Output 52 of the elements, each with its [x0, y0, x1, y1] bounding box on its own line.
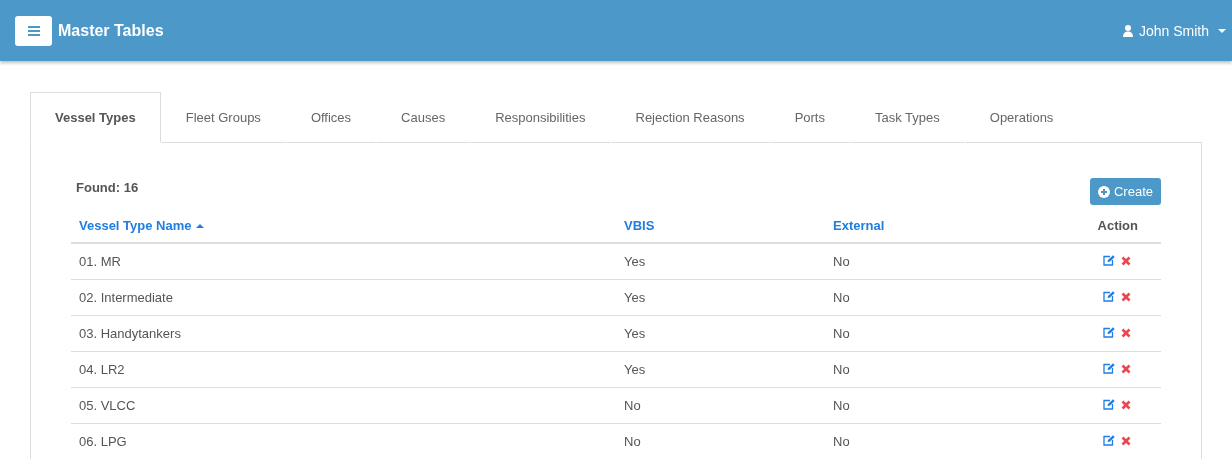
- edit-icon[interactable]: [1103, 255, 1115, 266]
- caret-icon: [1218, 28, 1226, 33]
- tab[interactable]: Task Types: [849, 92, 965, 143]
- column-header: Action: [1097, 218, 1138, 233]
- column-header[interactable]: VBIS: [624, 218, 655, 233]
- edit-icon[interactable]: [1103, 435, 1115, 446]
- edit-icon[interactable]: [1103, 327, 1115, 338]
- delete-icon[interactable]: [1121, 291, 1131, 302]
- table-cell: 01. MR: [79, 254, 121, 269]
- delete-icon[interactable]: [1121, 255, 1131, 266]
- user-menu[interactable]: John Smith: [1122, 22, 1226, 39]
- user-icon: [1122, 24, 1133, 37]
- column-header[interactable]: Vessel Type Name: [79, 218, 192, 233]
- table-cell: No: [833, 362, 850, 377]
- plus-circle-icon: [1097, 185, 1110, 198]
- edit-icon[interactable]: [1103, 363, 1115, 374]
- tab[interactable]: Causes: [376, 92, 471, 143]
- table-cell: No: [833, 398, 850, 413]
- edit-icon[interactable]: [1103, 399, 1115, 410]
- delete-icon[interactable]: [1121, 327, 1131, 338]
- table-cell: Yes: [624, 254, 646, 269]
- column-header[interactable]: External: [833, 218, 885, 233]
- delete-icon[interactable]: [1121, 435, 1131, 446]
- table-cell: No: [833, 326, 850, 341]
- tab[interactable]: Operations: [964, 92, 1079, 143]
- table-cell: 02. Intermediate: [79, 290, 173, 305]
- delete-icon[interactable]: [1121, 363, 1131, 374]
- menu-button[interactable]: [15, 15, 52, 46]
- table-cell: Yes: [624, 326, 646, 341]
- table-cell: No: [833, 254, 850, 269]
- edit-icon[interactable]: [1103, 291, 1115, 302]
- table-cell: No: [624, 398, 641, 413]
- table-cell: No: [833, 290, 850, 305]
- tab[interactable]: Vessel Types: [30, 92, 161, 143]
- table-cell: Yes: [624, 290, 646, 305]
- delete-icon[interactable]: [1121, 399, 1131, 410]
- menu-icon: [27, 25, 40, 36]
- table-cell: 04. LR2: [79, 362, 125, 377]
- tab[interactable]: Responsibilities: [470, 92, 611, 143]
- table-cell: 03. Handytankers: [79, 326, 181, 341]
- result-count: Found: 16: [76, 180, 139, 195]
- tab[interactable]: Fleet Groups: [160, 92, 286, 143]
- tab[interactable]: Ports: [769, 92, 850, 143]
- table-cell: 06. LPG: [79, 434, 127, 449]
- create-button[interactable]: Create: [1089, 178, 1161, 205]
- table-cell: No: [624, 434, 641, 449]
- table-cell: Yes: [624, 362, 646, 377]
- page-title: Master Tables: [58, 21, 165, 40]
- tab[interactable]: Offices: [285, 92, 377, 143]
- tab[interactable]: Rejection Reasons: [610, 92, 770, 143]
- table-cell: 05. VLCC: [79, 398, 136, 413]
- table-cell: No: [833, 434, 850, 449]
